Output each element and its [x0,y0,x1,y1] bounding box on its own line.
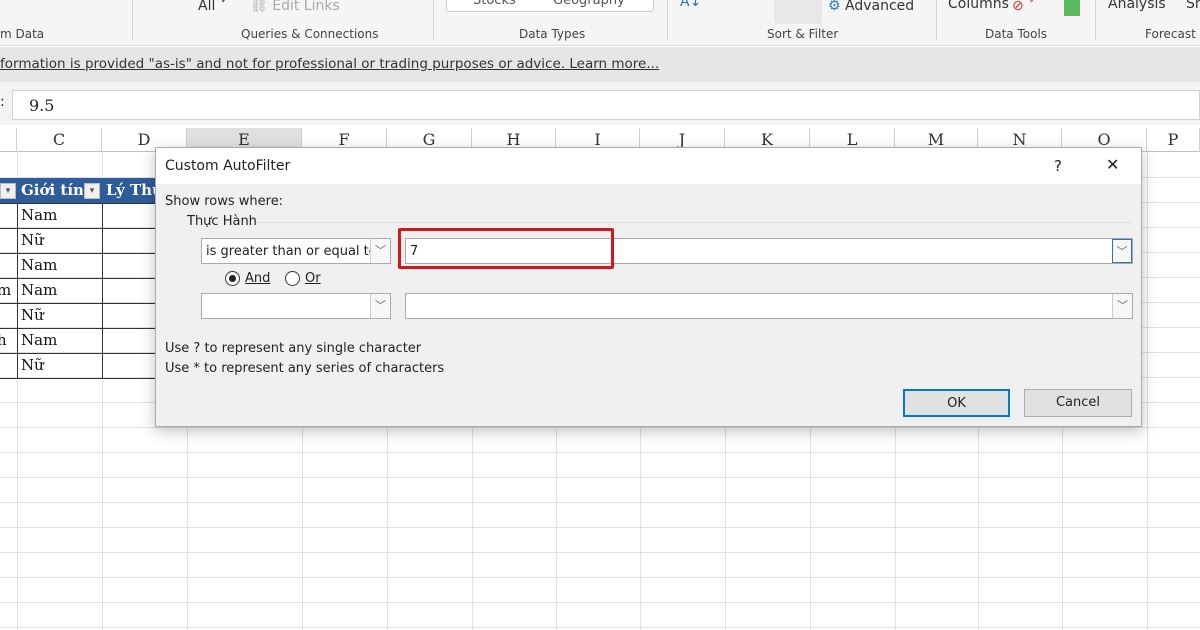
group-label: Data Tools [985,27,1048,41]
label: All [198,0,216,14]
formula-bar: : 9.5 [0,82,1200,125]
and-radio[interactable] [225,271,240,286]
sheet-button[interactable]: Sh [1186,0,1200,12]
chevron-down-icon[interactable]: ﹀ [1112,239,1132,263]
group-label: Sort & Filter [767,27,839,41]
group-label: m Data [0,27,45,41]
chevron-down-icon[interactable]: ﹀ [1112,294,1132,318]
cancel-button[interactable]: Cancel [1024,389,1132,417]
label: Analysis [1108,0,1166,12]
table-header-cell: ▾ [0,178,17,203]
divider [132,0,133,40]
selected-value: is greater than or equal to [206,244,377,259]
operator-1-select[interactable]: is greater than or equal to ﹀ [201,238,391,264]
chevron-down-icon[interactable]: ﹀ [370,294,390,318]
cell[interactable]: Nam [18,203,57,227]
or-radio[interactable] [285,271,300,286]
divider [433,0,434,40]
filter-dropdown-icon[interactable]: ▾ [0,183,16,199]
label: Advanced [845,0,915,14]
divider [936,0,937,40]
chevron-down-icon[interactable]: ﹀ [370,239,390,263]
column-header[interactable]: C [17,128,102,152]
cell[interactable]: Nữ [18,228,44,252]
consolidate-icon[interactable] [1064,0,1080,16]
text-to-columns-button[interactable]: Columns [948,0,1009,12]
formula-input[interactable]: 9.5 [12,90,1200,120]
advanced-filter-icon: ⚙ [828,0,841,14]
info-bar: formation is provided "as-is" and not fo… [0,47,1200,82]
ok-button[interactable]: OK [903,389,1010,417]
help-button[interactable]: ? [1054,157,1062,175]
table-header-cell: Lý Thu [102,178,155,203]
group-label: Data Types [519,27,586,41]
custom-autofilter-dialog: Custom AutoFilter ? ✕ Show rows where: T… [155,147,1142,427]
group-label: Forecast [1145,27,1196,41]
highlight-box [398,228,614,269]
learn-more-link[interactable]: formation is provided "as-is" and not fo… [0,56,659,72]
ribbon: All ˅ ⛓ Edit Links Stocks Geography A↓ ⚙… [0,0,1200,46]
cell[interactable]: Nam [18,253,57,277]
grid-line [0,527,1200,528]
dialog-title: Custom AutoFilter [165,158,291,174]
column-header-b[interactable] [0,128,17,152]
grid-line [0,452,1200,453]
divider [256,222,1132,223]
hint-text: Use ? to represent any single character [165,341,422,356]
cell[interactable]: h [0,328,7,352]
edit-links-icon: ⛓ [250,0,268,14]
and-label: And [245,271,271,286]
operator-2-select[interactable]: ﹀ [201,293,391,319]
grid-line [0,602,1200,603]
geography-type[interactable]: Geography [553,0,625,8]
stocks-type[interactable]: Stocks [473,0,516,8]
advanced-button[interactable]: ⚙ Advanced [828,0,914,14]
filter-dropdown-icon[interactable]: ▾ [84,183,100,199]
grid-line [0,427,1200,428]
label: Edit Links [272,0,340,14]
table-border [0,378,155,379]
grid-line [0,552,1200,553]
sort-icon[interactable]: A↓ [680,0,701,10]
close-button[interactable]: ✕ [1106,155,1119,174]
column-header[interactable]: P [1147,128,1200,152]
hint-text: Use * to represent any series of charact… [165,361,445,376]
table-border [102,203,103,378]
grid-line [0,502,1200,503]
cell[interactable]: Nam [18,278,57,302]
divider [1095,0,1096,40]
refresh-all-button[interactable]: All ˅ [198,0,227,14]
group-label: Queries & Connections [241,27,379,41]
grid-line [0,477,1200,478]
divider [667,0,668,40]
fx-icon: : [0,94,5,110]
show-rows-label: Show rows where: [165,194,284,209]
data-types-gallery[interactable]: Stocks Geography [446,0,654,12]
data-validation-icon[interactable]: ⊘ ˅ [1012,0,1035,14]
field-label: Thực Hành [187,214,257,229]
header-label: Giới tính [21,181,83,199]
cell[interactable]: Nữ [18,353,44,377]
cell[interactable]: Nữ [18,303,44,327]
value-2-combo[interactable]: ﹀ [405,293,1133,319]
what-if-analysis-button[interactable]: Analysis ˅ [1108,0,1177,12]
cell[interactable]: m [0,278,11,302]
cell[interactable]: Nam [18,328,57,352]
filter-button[interactable] [774,0,822,24]
edit-links-button[interactable]: ⛓ Edit Links [250,0,340,14]
or-label: Or [305,271,321,286]
grid-line [0,577,1200,578]
grid-line [1147,152,1148,630]
dialog-titlebar: Custom AutoFilter ? ✕ [156,148,1141,184]
table-header-cell: Giới tính▾ [17,178,102,203]
grid-line [0,627,1200,628]
